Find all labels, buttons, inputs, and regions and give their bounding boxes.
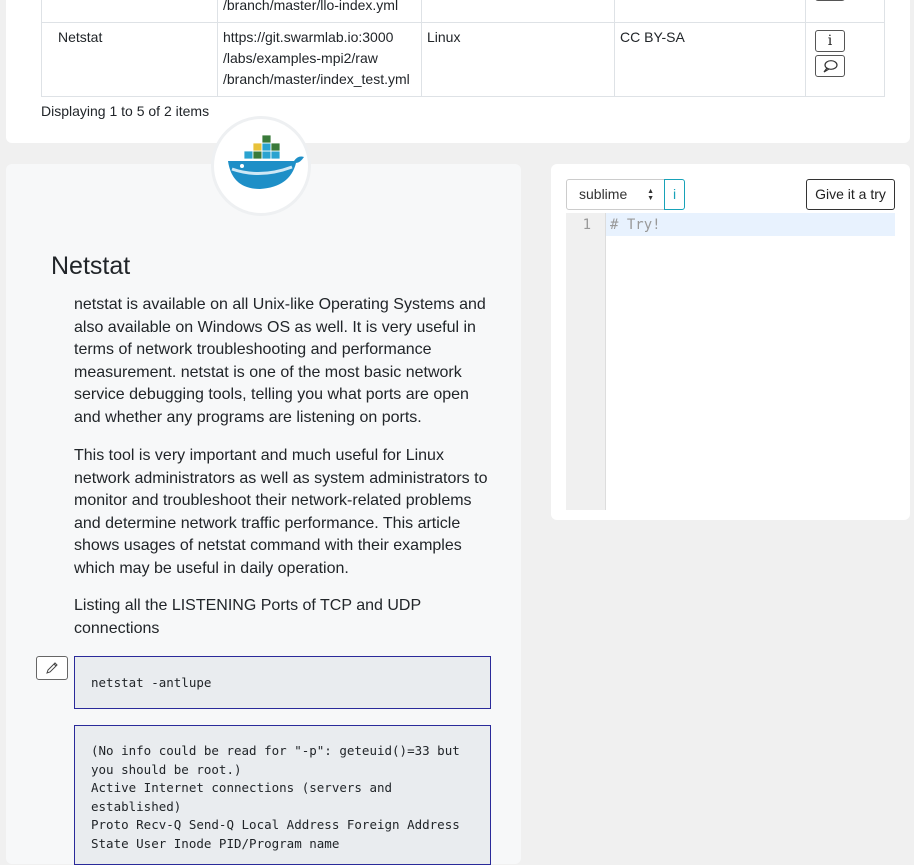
items-table: /branch/master/llo-index.yml Netstat htt… — [41, 0, 885, 97]
table-cell-os: Linux — [421, 22, 615, 97]
edit-button[interactable] — [36, 656, 68, 680]
table-cell-actions: i — [805, 22, 885, 97]
theme-select[interactable]: sublime ▲ ▼ — [566, 179, 665, 210]
url-line[interactable]: /branch/master/index_test.yml — [223, 69, 416, 90]
editor-info-button[interactable]: i — [664, 179, 685, 210]
editor-gutter: 1 — [566, 213, 606, 510]
pagination-summary: Displaying 1 to 5 of 2 items — [41, 103, 210, 119]
page-title: Netstat — [51, 252, 131, 280]
table-cell-actions — [805, 0, 885, 23]
doc-paragraph: netstat is available on all Unix-like Op… — [74, 296, 486, 426]
url-line: /branch/master/llo-index.yml — [223, 0, 399, 13]
pencil-icon — [46, 662, 58, 674]
info-icon: i — [827, 33, 833, 49]
url-line[interactable]: https://git.swarmlab.io:3000 — [223, 27, 416, 48]
table-cell-url: /branch/master/llo-index.yml — [217, 0, 422, 23]
editor-content[interactable]: # Try! — [610, 217, 661, 233]
table-cell-license — [614, 0, 806, 23]
table-cell-name: Netstat — [41, 22, 218, 97]
url-line[interactable]: /labs/examples-mpi2/raw — [223, 48, 416, 69]
doc-paragraph: This tool is very important and much use… — [74, 447, 488, 577]
table-cell-os — [421, 0, 615, 23]
table-cell-license: CC BY-SA — [614, 22, 806, 97]
theme-select-value: sublime — [579, 186, 628, 202]
table-cell-url: https://git.swarmlab.io:3000 /labs/examp… — [217, 22, 422, 97]
docker-logo — [211, 116, 311, 216]
doc-paragraph: Listing all the LISTENING Ports of TCP a… — [74, 597, 421, 637]
info-button[interactable]: i — [815, 30, 845, 52]
give-it-a-try-button[interactable]: Give it a try — [806, 179, 895, 210]
comment-button[interactable] — [815, 0, 845, 1]
table-row: Netstat https://git.swarmlab.io:3000 /la… — [41, 22, 885, 97]
table-cell-name — [41, 0, 218, 23]
select-arrows-icon: ▲ ▼ — [647, 188, 654, 202]
comment-icon — [823, 60, 838, 73]
comment-button[interactable] — [815, 55, 845, 77]
output-code-block: (No info could be read for "-p": geteuid… — [74, 725, 491, 865]
command-code-block: netstat -antlupe — [74, 656, 491, 709]
docker-whale-icon — [228, 134, 304, 189]
line-number: 1 — [582, 217, 591, 233]
table-row: /branch/master/llo-index.yml — [41, 0, 885, 23]
